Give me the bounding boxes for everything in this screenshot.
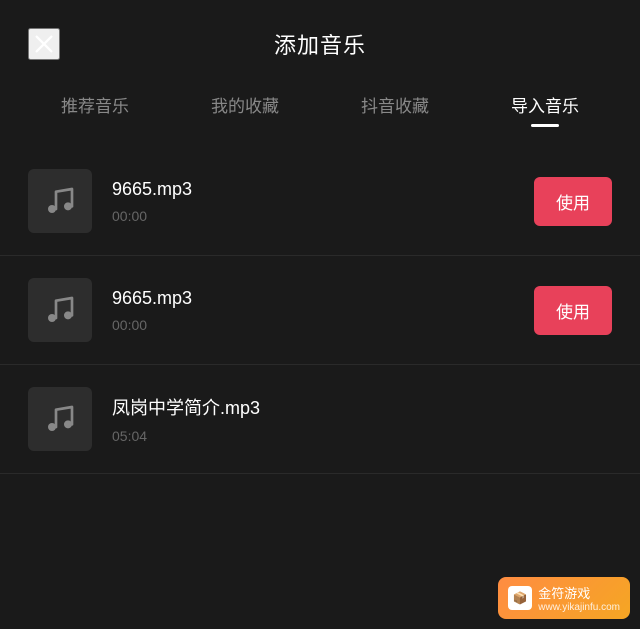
music-name: 凤岗中学简介.mp3: [112, 394, 612, 420]
music-duration: 00:00: [112, 317, 534, 333]
tab-douyin-collection[interactable]: 抖音收藏: [361, 92, 429, 127]
music-info: 凤岗中学简介.mp3 05:04: [112, 394, 612, 444]
music-info: 9665.mp3 00:00: [112, 288, 534, 333]
music-name: 9665.mp3: [112, 288, 534, 309]
music-item: 凤岗中学简介.mp3 05:04: [0, 365, 640, 474]
close-button[interactable]: [28, 28, 60, 60]
tab-recommend[interactable]: 推荐音乐: [61, 92, 129, 127]
watermark-icon: 📦: [508, 586, 532, 610]
tabs-bar: 推荐音乐 我的收藏 抖音收藏 导入音乐: [0, 80, 640, 127]
music-duration: 00:00: [112, 208, 534, 224]
watermark-brand: 金符游戏: [538, 583, 620, 602]
music-list: 9665.mp3 00:00 使用 9665.mp3 00:00 使用: [0, 137, 640, 484]
watermark-content: 金符游戏 www.yikajinfu.com: [538, 583, 620, 613]
music-thumbnail: [28, 169, 92, 233]
music-name: 9665.mp3: [112, 179, 534, 200]
music-duration: 05:04: [112, 428, 612, 444]
music-item: 9665.mp3 00:00 使用: [0, 147, 640, 256]
watermark-site: www.yikajinfu.com: [538, 602, 620, 613]
tab-import[interactable]: 导入音乐: [511, 92, 579, 127]
music-info: 9665.mp3 00:00: [112, 179, 534, 224]
watermark: 📦 金符游戏 www.yikajinfu.com: [498, 577, 630, 619]
tab-my-collection[interactable]: 我的收藏: [211, 92, 279, 127]
use-button[interactable]: 使用: [534, 286, 612, 335]
music-item: 9665.mp3 00:00 使用: [0, 256, 640, 365]
music-thumbnail: [28, 387, 92, 451]
page-title: 添加音乐: [274, 28, 366, 60]
use-button[interactable]: 使用: [534, 177, 612, 226]
header: 添加音乐: [0, 0, 640, 80]
music-thumbnail: [28, 278, 92, 342]
